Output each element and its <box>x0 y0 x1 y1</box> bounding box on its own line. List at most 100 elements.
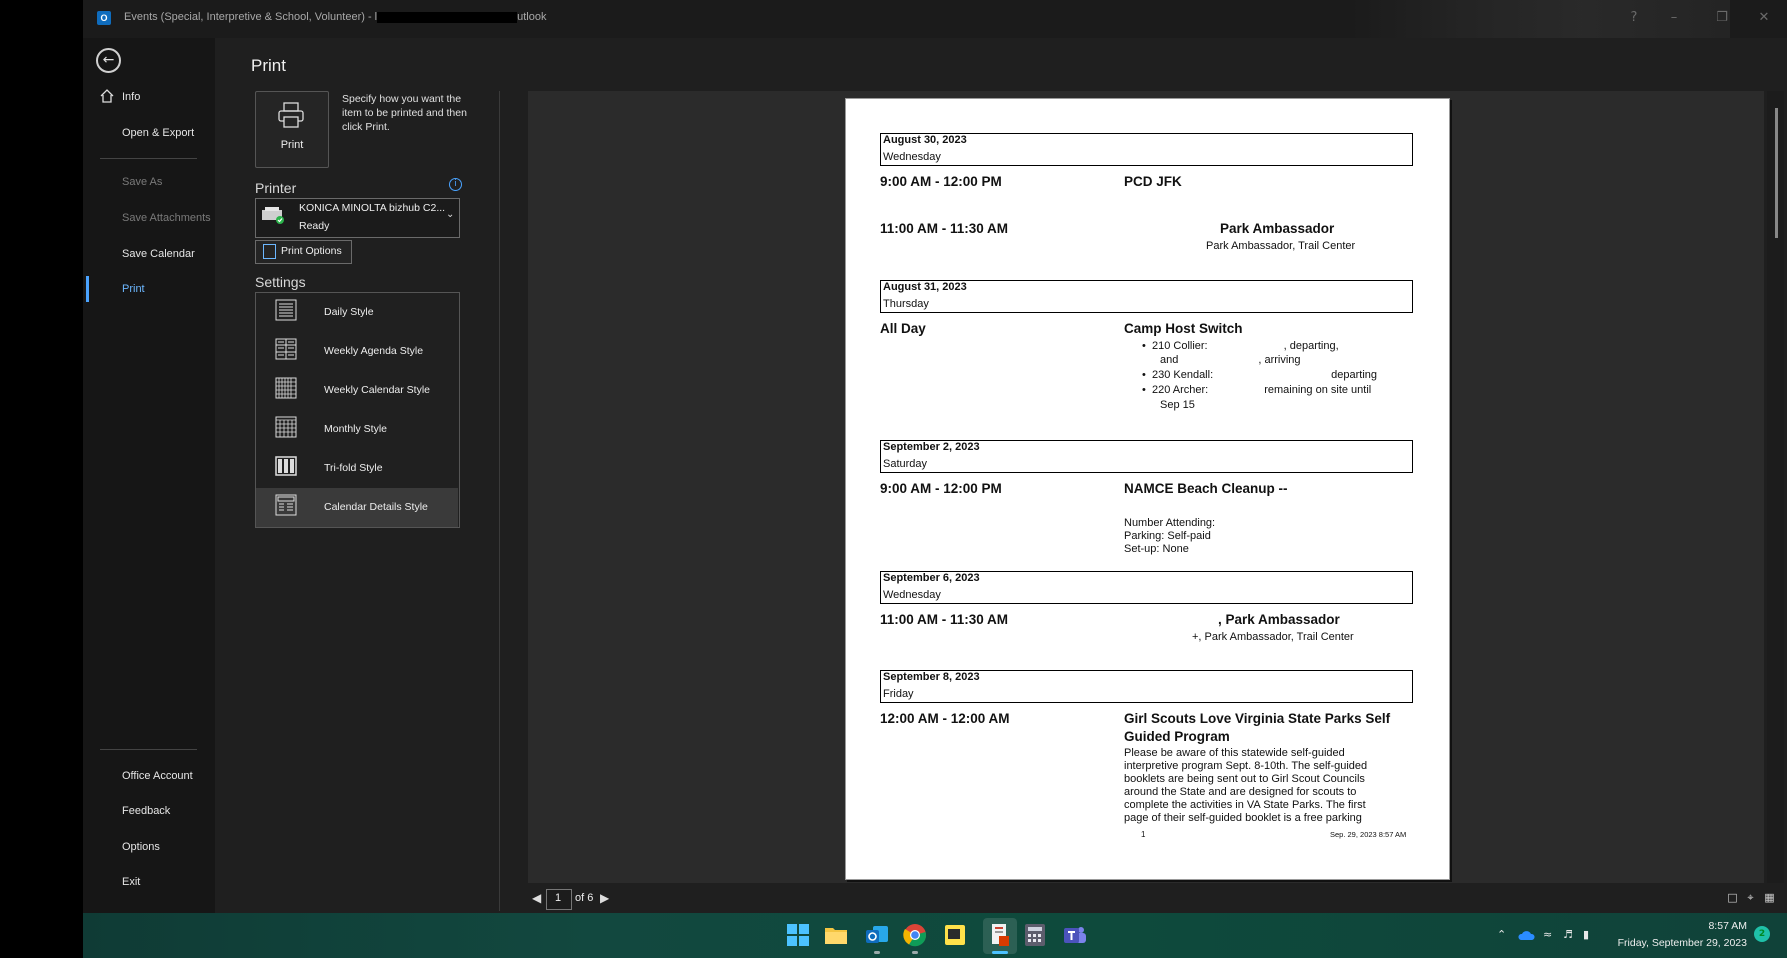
back-arrow-icon[interactable]: ← <box>96 48 121 73</box>
battery-icon[interactable]: ▮ <box>1583 928 1589 941</box>
volume-icon[interactable]: ♬ <box>1563 928 1573 941</box>
event-time: 9:00 AM - 12:00 PM <box>880 481 1002 496</box>
weekly-calendar-style-icon <box>275 377 297 399</box>
bullet-text: 220 Archer: <box>1151 384 1209 396</box>
previous-page-icon[interactable]: ◀ <box>532 891 541 905</box>
windows-start-icon[interactable] <box>787 924 809 946</box>
bullet-text: 230 Kendall: <box>1151 369 1214 381</box>
outlook-taskbar-icon[interactable] <box>864 922 890 948</box>
bullet-text: 210 Collier: <box>1151 340 1208 352</box>
minimize-icon[interactable]: – <box>1663 7 1685 29</box>
info-icon[interactable]: i <box>449 178 462 191</box>
chrome-icon[interactable] <box>903 923 927 947</box>
multiple-pages-icon[interactable]: ▦ <box>1763 891 1776 904</box>
list-item: • 220 Archer: remaining on site until <box>1142 384 1372 396</box>
printer-heading: Printer <box>255 180 297 196</box>
sidebar-item-options[interactable]: Options <box>122 841 160 853</box>
printer-name: KONICA MINOLTA bizhub C2... <box>299 202 446 214</box>
bullet-text: , departing, <box>1283 340 1339 352</box>
print-app-icon[interactable] <box>987 922 1013 948</box>
style-label-monthly: Monthly Style <box>324 423 388 435</box>
file-explorer-icon[interactable] <box>824 924 848 946</box>
event-description: booklets are being sent out to Girl Scou… <box>1124 773 1365 785</box>
bullet-text: , arriving <box>1258 354 1301 366</box>
sidebar-item-save-as[interactable]: Save As <box>122 176 162 188</box>
show-hidden-icons-chevron-icon[interactable]: ⌃ <box>1497 928 1506 941</box>
event-description: page of their self-guided booklet is a f… <box>1124 812 1362 824</box>
sidebar-item-print[interactable]: Print <box>122 283 145 295</box>
event-time: All Day <box>880 321 926 336</box>
wifi-icon[interactable]: ≈ <box>1543 928 1552 941</box>
sidebar-item-save-attachments[interactable]: Save Attachments <box>122 212 211 224</box>
page-count: of 6 <box>575 892 594 904</box>
redacted-block <box>1124 612 1218 624</box>
running-indicator <box>874 951 880 954</box>
event-subtitle: +, Park Ambassador, Trail Center <box>1124 630 1354 643</box>
next-page-icon[interactable]: ▶ <box>600 891 609 905</box>
day-date: September 2, 2023 <box>883 441 980 453</box>
event-description: interpretive program Sept. 8-10th. The s… <box>1124 760 1368 772</box>
window-title: Events (Special, Interpretive & School, … <box>124 11 546 23</box>
event-title: , Park Ambassador <box>1124 612 1340 627</box>
bullet-text: and <box>1160 354 1179 366</box>
event-description: complete the activities in VA State Park… <box>1124 799 1366 811</box>
sidebar-item-feedback[interactable]: Feedback <box>122 805 170 817</box>
event-description: around the State and are designed for sc… <box>1124 786 1357 798</box>
day-weekday: Saturday <box>883 458 928 470</box>
list-item: Sep 15 <box>1160 399 1195 411</box>
printer-device-icon <box>262 207 284 224</box>
sidebar-item-save-calendar[interactable]: Save Calendar <box>122 248 195 260</box>
event-time: 9:00 AM - 12:00 PM <box>880 174 1002 189</box>
page-footer-number: 1 <box>1141 830 1146 839</box>
redacted-block <box>377 11 518 23</box>
running-indicator <box>912 951 918 954</box>
print-button-label: Print <box>280 139 304 151</box>
help-icon[interactable]: ? <box>1623 7 1645 29</box>
sidebar-item-exit[interactable]: Exit <box>122 876 140 888</box>
print-description: Specify how you want the item to be prin… <box>342 93 467 133</box>
printer-status: Ready <box>299 220 330 232</box>
list-item: • 210 Collier:, departing, <box>1142 340 1339 352</box>
event-time: 12:00 AM - 12:00 AM <box>880 711 1010 726</box>
clock-time[interactable]: 8:57 AM <box>1707 920 1747 932</box>
style-label-weekly-agenda: Weekly Agenda Style <box>324 345 424 357</box>
tri-fold-style-icon <box>275 456 297 476</box>
print-options-label: Print Options <box>281 245 342 257</box>
teams-icon[interactable] <box>1063 923 1087 947</box>
sidebar-item-info[interactable]: Info <box>122 91 140 103</box>
preview-scrollbar-thumb[interactable] <box>1775 108 1778 238</box>
restore-icon[interactable]: ❐ <box>1711 7 1733 29</box>
day-weekday: Thursday <box>883 298 929 310</box>
sidebar-item-office-account[interactable]: Office Account <box>122 770 193 782</box>
event-subtitle-text: Park Ambassador, Trail Center <box>1206 240 1356 252</box>
style-label-tri-fold: Tri-fold Style <box>324 462 383 474</box>
printer-icon <box>278 102 304 128</box>
selection-indicator <box>86 276 89 302</box>
event-title-text: , Park Ambassador <box>1218 612 1340 627</box>
clock-date[interactable]: Friday, September 29, 2023 <box>1612 937 1747 949</box>
event-title: PCD JFK <box>1124 174 1182 189</box>
page-title: Print <box>251 56 286 75</box>
actual-size-icon[interactable]: □ <box>1726 891 1739 904</box>
event-title: Park Ambassador <box>1124 221 1334 236</box>
redacted-block <box>1124 630 1192 640</box>
sidebar-divider <box>100 158 197 159</box>
window-title-suffix: utlook <box>517 11 547 23</box>
redacted-block <box>1124 221 1220 233</box>
calculator-icon[interactable] <box>1024 923 1046 947</box>
outlook-app-icon: O <box>97 11 111 25</box>
notification-badge[interactable]: 2 <box>1754 926 1770 942</box>
list-item: and , arriving <box>1160 353 1301 368</box>
onedrive-icon[interactable] <box>1517 929 1535 941</box>
weekly-agenda-style-icon <box>275 338 297 360</box>
sticky-notes-icon[interactable] <box>944 924 966 946</box>
close-icon[interactable]: ✕ <box>1753 7 1775 29</box>
event-title: Guided Program <box>1124 729 1230 744</box>
event-subtitle: Park Ambassador, Trail Center <box>1124 239 1355 252</box>
one-page-icon[interactable]: ⌖ <box>1744 891 1757 904</box>
event-title: Girl Scouts Love Virginia State Parks Se… <box>1124 711 1391 726</box>
sidebar-item-open-export[interactable]: Open & Export <box>122 127 194 139</box>
style-label-calendar-details: Calendar Details Style <box>324 501 428 513</box>
calendar-details-style-icon <box>275 494 297 516</box>
event-detail: Parking: Self-paid <box>1124 530 1211 542</box>
